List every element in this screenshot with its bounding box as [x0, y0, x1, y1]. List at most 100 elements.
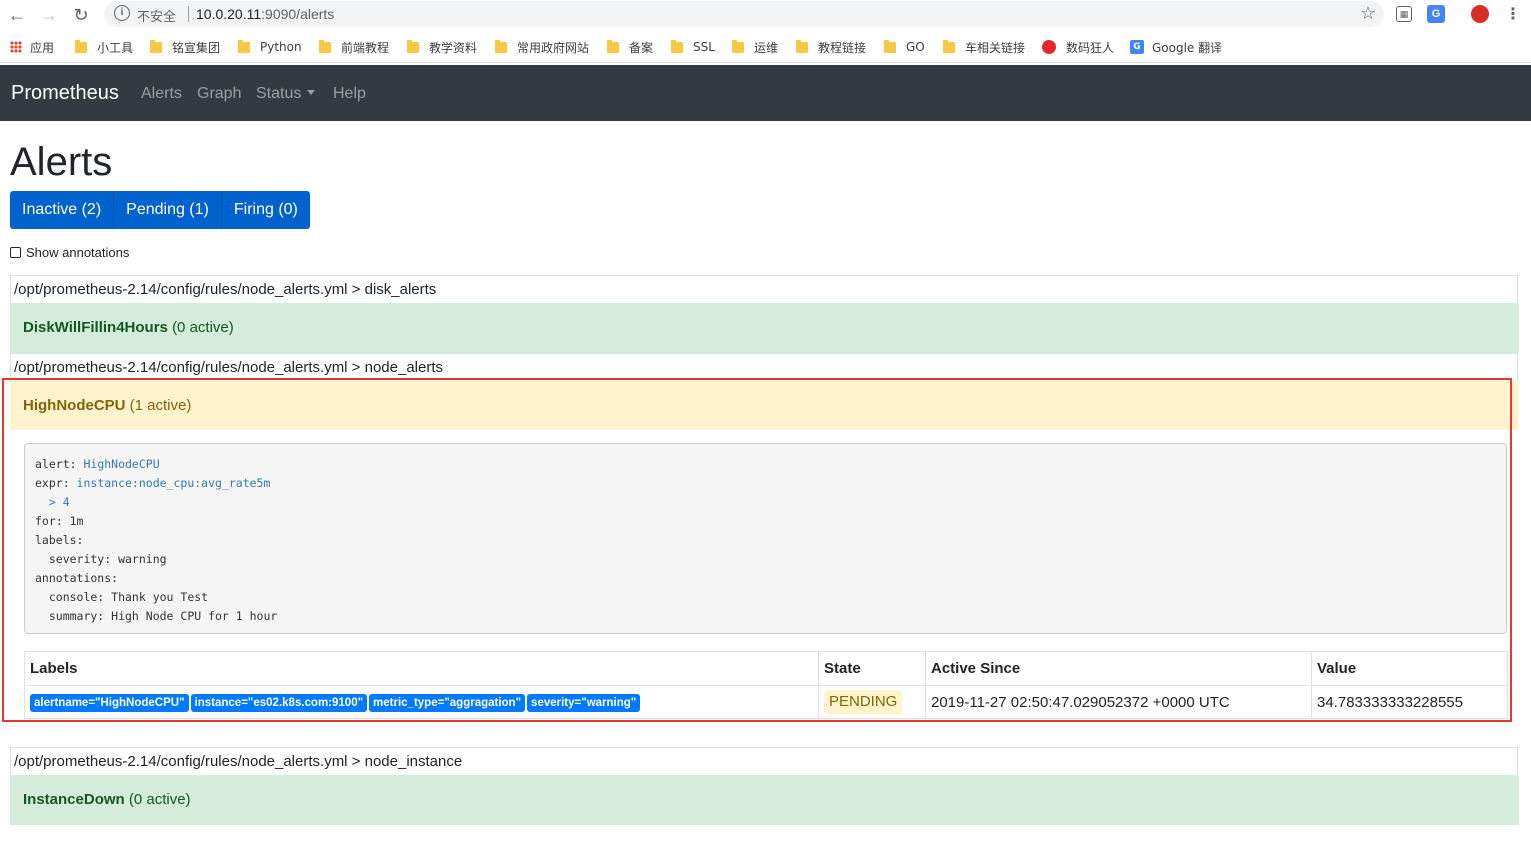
- state-badge: PENDING: [824, 690, 903, 714]
- bookmark-apps[interactable]: 应用: [10, 39, 54, 55]
- menu-icon[interactable]: ⋮: [1502, 4, 1524, 26]
- alert-name-link[interactable]: HighNodeCPU: [83, 457, 159, 471]
- translate-icon[interactable]: G: [1427, 5, 1445, 23]
- folder-icon: [671, 39, 683, 53]
- folder-icon: [495, 39, 507, 53]
- tab-firing[interactable]: Firing (0): [221, 191, 310, 229]
- folder-icon: [319, 39, 331, 53]
- bookmark-label: 铭宣集团: [172, 40, 221, 55]
- brand-link[interactable]: Prometheus: [11, 82, 119, 105]
- bookmark-label: Google 翻译: [1152, 40, 1223, 55]
- group-path: /opt/prometheus-2.14/config/rules/node_a…: [10, 353, 1518, 381]
- bookmark-folder[interactable]: 小工具: [75, 39, 133, 55]
- active-since-cell: 2019-11-27 02:50:47.029052372 +0000 UTC: [925, 685, 1312, 719]
- col-active-since: Active Since: [925, 651, 1312, 686]
- code-annotations: annotations:: [35, 571, 119, 585]
- tab-pending[interactable]: Pending (1): [114, 191, 222, 229]
- bookmark-link[interactable]: G Google 翻译: [1130, 39, 1222, 55]
- group-path: /opt/prometheus-2.14/config/rules/node_a…: [10, 747, 1518, 775]
- address-bar[interactable]: i 不安全 10.0.20.11:9090/alerts ☆: [104, 1, 1384, 27]
- rule-active-count: (0 active): [128, 791, 191, 808]
- bookmark-folder[interactable]: 教学资料: [407, 39, 477, 55]
- label-badge: instance="es02.k8s.com:9100": [190, 693, 368, 712]
- expr-continuation[interactable]: > 4: [35, 493, 1496, 512]
- label-badge: alertname="HighNodeCPU": [30, 693, 189, 712]
- rule-name: HighNodeCPU: [23, 397, 126, 414]
- rule-name: InstanceDown: [23, 791, 125, 808]
- browser-toolbar: ← → ↻ i 不安全 10.0.20.11:9090/alerts ☆ ▦ G…: [0, 0, 1531, 30]
- reload-icon[interactable]: ↻: [70, 4, 92, 26]
- bookmark-label: 应用: [30, 40, 55, 55]
- show-annotations-checkbox[interactable]: [10, 247, 21, 258]
- bookmark-folder[interactable]: GO: [884, 39, 925, 55]
- bookmark-label: Python: [260, 40, 302, 54]
- info-icon[interactable]: i: [114, 5, 130, 21]
- col-state: State: [818, 651, 926, 686]
- nav-graph[interactable]: Graph: [197, 85, 241, 103]
- folder-icon: [150, 39, 162, 53]
- table-row: alertname="HighNodeCPU" instance="es02.k8…: [24, 685, 1508, 719]
- nav-status[interactable]: Status: [256, 85, 316, 103]
- bookmark-folder[interactable]: 前端教程: [319, 39, 389, 55]
- show-annotations-toggle[interactable]: Show annotations: [10, 245, 129, 260]
- alert-state-tabs: Inactive (2) Pending (1) Firing (0): [10, 191, 310, 229]
- rule-row-instance-down[interactable]: InstanceDown (0 active): [10, 775, 1519, 825]
- bookmark-label: 数码狂人: [1066, 40, 1115, 55]
- rule-active-count: (0 active): [172, 319, 234, 336]
- bookmark-label: 常用政府网站: [517, 40, 590, 55]
- label-badge: severity="warning": [527, 693, 641, 712]
- rule-row-high-node-cpu[interactable]: HighNodeCPU (1 active): [10, 381, 1519, 431]
- folder-icon: [796, 39, 808, 53]
- bookmark-label: 运维: [754, 40, 779, 55]
- bookmark-folder[interactable]: 教程链接: [796, 39, 866, 55]
- bookmark-folder[interactable]: 车相关链接: [943, 39, 1025, 55]
- nav-help[interactable]: Help: [333, 85, 366, 103]
- folder-icon: [607, 39, 619, 53]
- bookmark-folder[interactable]: 常用政府网站: [495, 39, 589, 55]
- nav-alerts[interactable]: Alerts: [141, 85, 182, 103]
- bookmark-folder[interactable]: 铭宣集团: [150, 39, 220, 55]
- bookmark-label: 备案: [629, 40, 654, 55]
- bookmark-star-icon[interactable]: ☆: [1360, 3, 1376, 24]
- code-severity: severity: warning: [35, 552, 167, 566]
- label-badge: metric_type="aggragation": [369, 693, 526, 712]
- code-for: for: 1m: [35, 514, 84, 528]
- bookmark-folder[interactable]: SSL: [671, 39, 715, 55]
- google-translate-icon: G: [1130, 40, 1144, 54]
- security-label: 不安全: [137, 10, 177, 25]
- bookmark-label: GO: [906, 40, 925, 54]
- tab-inactive[interactable]: Inactive (2): [10, 191, 115, 229]
- url-text[interactable]: 10.0.20.11:9090/alerts: [196, 6, 334, 22]
- bookmark-label: 教学资料: [429, 40, 478, 55]
- bookmark-label: 小工具: [97, 40, 134, 55]
- bookmark-folder[interactable]: Python: [238, 39, 302, 55]
- code-labels: labels:: [35, 533, 84, 547]
- bookmark-folder[interactable]: 备案: [607, 39, 653, 55]
- code-key: expr:: [35, 476, 77, 490]
- qr-code-icon[interactable]: ▦: [1396, 6, 1412, 22]
- page-title: Alerts: [10, 140, 113, 184]
- folder-icon: [732, 39, 744, 53]
- bookmark-link[interactable]: 数码狂人: [1042, 39, 1114, 55]
- bookmark-label: 前端教程: [341, 40, 390, 55]
- app-navbar: Prometheus Alerts Graph Status Help: [0, 65, 1531, 121]
- expr-link[interactable]: instance:node_cpu:avg_rate5m: [77, 476, 271, 490]
- labels-cell: alertname="HighNodeCPU" instance="es02.k8…: [24, 685, 819, 719]
- folder-icon: [238, 39, 250, 53]
- apps-grid-icon: [10, 41, 22, 53]
- profile-avatar-icon[interactable]: [1471, 5, 1489, 23]
- back-icon[interactable]: ←: [6, 4, 28, 26]
- rule-detail-panel: alert: HighNodeCPU expr: instance:node_c…: [10, 430, 1519, 722]
- rule-row-disk-will-fill[interactable]: DiskWillFillin4Hours (0 active): [10, 303, 1519, 353]
- rule-definition: alert: HighNodeCPU expr: instance:node_c…: [24, 443, 1507, 634]
- code-summary: summary: High Node CPU for 1 hour: [35, 609, 278, 623]
- col-value: Value: [1311, 651, 1508, 686]
- forward-icon[interactable]: →: [38, 4, 60, 26]
- rule-active-count: (1 active): [129, 397, 192, 414]
- active-alerts-table: Labels State Active Since Value alertnam…: [24, 651, 1508, 719]
- omnibox-divider: [188, 6, 189, 22]
- state-cell: PENDING: [818, 685, 926, 719]
- bookmark-folder[interactable]: 运维: [732, 39, 778, 55]
- bookmark-label: 车相关链接: [965, 40, 1026, 55]
- folder-icon: [407, 39, 419, 53]
